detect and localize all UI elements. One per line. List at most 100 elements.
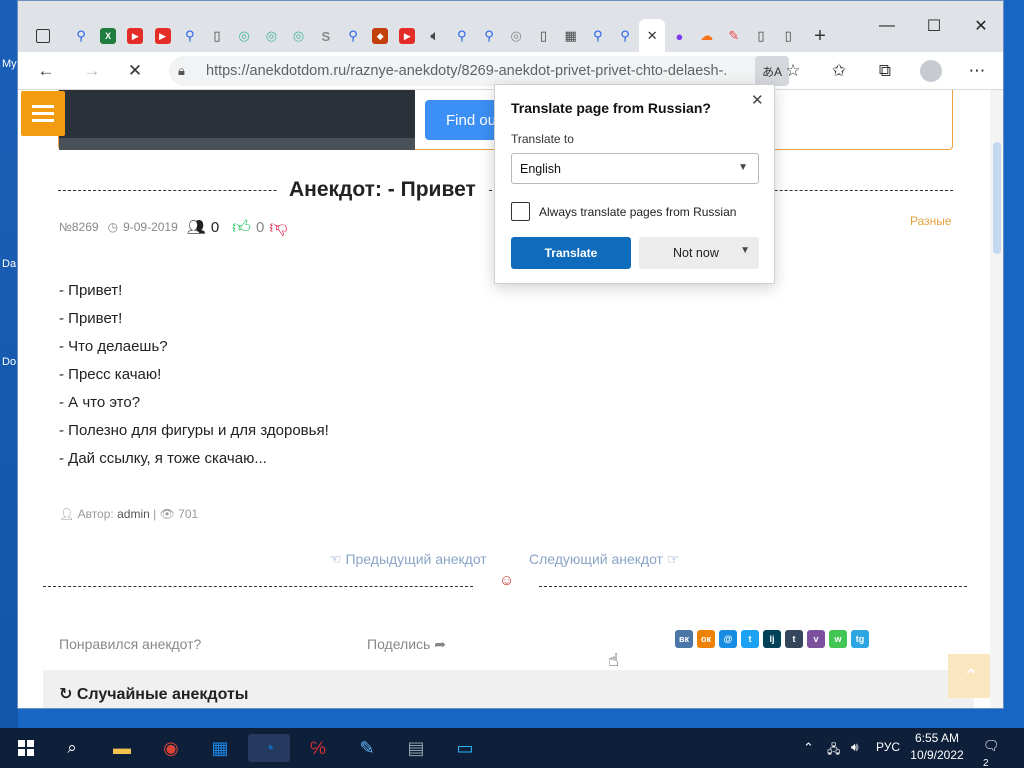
app-screens-taskbar-icon[interactable]: ▤ xyxy=(402,734,430,762)
video-controls[interactable] xyxy=(59,138,415,150)
livejournal-share-icon[interactable]: lj xyxy=(763,630,781,648)
close-icon[interactable]: ✕ xyxy=(751,91,764,109)
browser-tab[interactable]: ◆ xyxy=(367,23,393,49)
sst-icon: S xyxy=(321,28,331,44)
browser-tab[interactable]: ▦ xyxy=(558,23,584,49)
user-icon: ● xyxy=(675,28,684,44)
browser-tab[interactable]: ⚲ xyxy=(340,23,366,49)
vertical-scrollbar[interactable] xyxy=(990,90,1003,708)
browser-tab[interactable]: X xyxy=(95,23,121,49)
browser-tab[interactable]: ▯ xyxy=(204,23,230,49)
browser-tab[interactable]: ▶ xyxy=(394,23,420,49)
browser-tab[interactable]: ☁ xyxy=(694,23,720,49)
telegram-share-icon[interactable]: tg xyxy=(851,630,869,648)
translate-title: Translate page from Russian? xyxy=(511,100,711,116)
browser-tab[interactable]: ⚲ xyxy=(612,23,638,49)
collections-icon[interactable]: ⧉ xyxy=(869,56,901,86)
browser-tab[interactable]: ◎ xyxy=(503,23,529,49)
ok-share-icon[interactable]: ок xyxy=(697,630,715,648)
browser-tab[interactable]: ◎ xyxy=(286,23,312,49)
search-icon[interactable]: ⌕ xyxy=(58,734,86,762)
scroll-to-top-button[interactable]: ⌃ xyxy=(948,654,994,698)
browser-tab[interactable]: ⚲ xyxy=(476,23,502,49)
joke-line: - Привет! xyxy=(59,310,123,327)
new-tab-button[interactable]: + xyxy=(807,23,833,49)
browser-tab[interactable]: ▯ xyxy=(530,23,556,49)
always-translate-checkbox[interactable] xyxy=(511,202,530,221)
chevron-up-icon[interactable]: ⌃ xyxy=(803,740,814,756)
browser-tab[interactable]: ✎ xyxy=(721,23,747,49)
whatsapp-share-icon[interactable]: w xyxy=(829,630,847,648)
users-icon: 👥︎ xyxy=(186,219,206,236)
add-favorite-icon[interactable]: ☆ xyxy=(777,56,809,86)
back-button[interactable]: ← xyxy=(30,56,62,86)
browser-tab[interactable]: ✕ xyxy=(639,19,666,52)
clock[interactable]: 6:55 AM 10/9/2022 xyxy=(906,730,968,764)
browser-tab[interactable]: ⚲ xyxy=(449,23,475,49)
browser-tab[interactable]: ▶ xyxy=(150,23,176,49)
scrollbar-thumb[interactable] xyxy=(993,142,1001,254)
browser-tab[interactable]: ● xyxy=(666,23,692,49)
author-name[interactable]: admin xyxy=(117,507,150,521)
address-bar[interactable]: 🔒︎ https://anekdotdom.ru/raznye-anekdoty… xyxy=(169,56,789,86)
favorites-icon[interactable]: ✩ xyxy=(823,56,855,86)
browser-tab[interactable]: ▯ xyxy=(775,23,801,49)
swirl-icon: ◎ xyxy=(265,28,278,43)
mailru-share-icon[interactable]: @ xyxy=(719,630,737,648)
calendar-icon: ▦ xyxy=(564,28,577,43)
browser-tab[interactable]: ⚲ xyxy=(68,23,94,49)
volume-icon[interactable]: 🔊︎ xyxy=(851,740,859,755)
next-joke-link[interactable]: Следующий анекдот ☞ xyxy=(529,551,679,568)
chrome-taskbar-icon[interactable]: ◉ xyxy=(157,734,185,762)
browser-tab[interactable]: 🔈︎ xyxy=(422,23,448,49)
vk-share-icon[interactable]: вк xyxy=(675,630,693,648)
language-indicator[interactable]: РУС xyxy=(876,740,900,754)
ad-video[interactable] xyxy=(59,90,415,150)
prev-joke-link[interactable]: ☜ Предыдущий анекдот xyxy=(329,551,487,568)
maximize-button[interactable]: ☐ xyxy=(911,9,957,43)
edge-taskbar-icon[interactable]: ◔ xyxy=(248,734,290,762)
tumblr-share-icon[interactable]: t xyxy=(785,630,803,648)
stop-button[interactable]: ✕ xyxy=(119,56,151,86)
close-window-button[interactable]: ✕ xyxy=(958,9,1003,43)
close-icon[interactable]: ✕ xyxy=(644,28,660,44)
profile-avatar[interactable] xyxy=(915,56,947,86)
browser-tab[interactable]: ◎ xyxy=(231,23,257,49)
views-count: 701 xyxy=(178,507,199,521)
joke-meta: №8269 ◷ 9-09-2019 👥︎ 0 👍︎ 0 👎︎ xyxy=(59,216,288,238)
app-pen-taskbar-icon[interactable]: ✎ xyxy=(353,734,381,762)
viber-share-icon[interactable]: v xyxy=(807,630,825,648)
forward-button[interactable]: → xyxy=(76,56,108,86)
thumbs-up-icon[interactable]: 👍︎ xyxy=(232,216,251,238)
network-icon[interactable]: 🖧︎ xyxy=(827,740,840,761)
browser-tab[interactable]: ▶ xyxy=(122,23,148,49)
file-explorer-taskbar-icon[interactable]: ▬ xyxy=(108,734,136,762)
minimize-button[interactable]: — xyxy=(864,9,910,43)
joke-number: №8269 xyxy=(59,220,99,234)
thumbs-down-icon[interactable]: 👎︎ xyxy=(269,216,287,238)
browser-tab[interactable]: ◎ xyxy=(258,23,284,49)
menu-button[interactable] xyxy=(21,91,65,136)
random-jokes-section: ↻ Случайные анекдоты xyxy=(43,670,974,708)
browser-tab[interactable]: ⚲ xyxy=(585,23,611,49)
app-blue-taskbar-icon[interactable]: ▦ xyxy=(206,734,234,762)
app-window-taskbar-icon[interactable]: ▭ xyxy=(451,734,479,762)
notifications-icon[interactable]: 🗨︎2 xyxy=(983,738,1005,768)
tab-actions-icon[interactable] xyxy=(30,23,56,49)
joke-line: - А что это? xyxy=(59,394,141,411)
language-select[interactable]: English ▼ xyxy=(511,153,759,184)
pen-icon: ✎ xyxy=(728,28,740,43)
browser-tab[interactable]: ⚲ xyxy=(177,23,203,49)
twitter-share-icon[interactable]: t xyxy=(741,630,759,648)
browser-tab[interactable]: S xyxy=(313,23,339,49)
more-menu-icon[interactable]: ⋯ xyxy=(961,56,993,86)
start-button[interactable] xyxy=(12,734,40,762)
lock-icon: 🔒︎ xyxy=(178,63,185,78)
translate-button[interactable]: Translate xyxy=(511,237,631,269)
category-link[interactable]: Разные xyxy=(910,214,952,228)
chevron-down-icon[interactable]: ▼ xyxy=(740,245,750,256)
not-now-button[interactable]: Not now ▼ xyxy=(639,237,759,269)
share-label: Поделись ➦ xyxy=(367,636,446,653)
app-red-taskbar-icon[interactable]: ℅ xyxy=(304,734,332,762)
browser-tab[interactable]: ▯ xyxy=(748,23,774,49)
